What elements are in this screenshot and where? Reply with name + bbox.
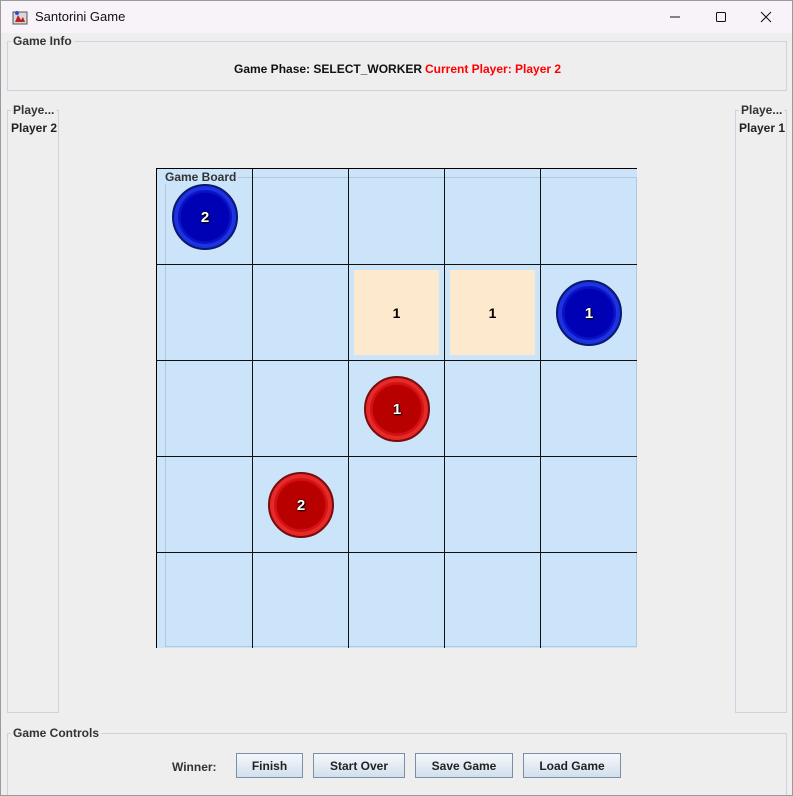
board-cell-r1-c1[interactable] xyxy=(253,265,348,360)
main-window: Santorini Game Game Info Game Phase: SEL… xyxy=(0,0,793,796)
blue-worker-token[interactable]: 1 xyxy=(556,280,622,346)
game-info-title: Game Info xyxy=(11,34,74,48)
right-player-panel xyxy=(735,110,787,713)
board-cell-r4-c2[interactable] xyxy=(349,553,444,648)
close-button[interactable] xyxy=(743,1,789,33)
blue-worker-token[interactable]: 2 xyxy=(172,184,238,250)
game-phase-label: Game Phase: SELECT_WORKER xyxy=(234,62,423,76)
building-level[interactable]: 1 xyxy=(354,270,439,355)
current-player-label: Current Player: Player 2 xyxy=(425,62,562,76)
red-worker-token[interactable]: 2 xyxy=(268,472,334,538)
board-cell-r4-c4[interactable] xyxy=(541,553,636,648)
start-over-button[interactable]: Start Over xyxy=(313,753,405,778)
game-board: Game Board 112112 xyxy=(156,168,637,648)
board-cell-r4-c1[interactable] xyxy=(253,553,348,648)
grid-line-horizontal xyxy=(157,456,637,457)
winner-label: Winner: xyxy=(172,760,217,774)
board-cell-r3-c0[interactable] xyxy=(157,457,252,552)
maximize-button[interactable] xyxy=(698,1,744,33)
minimize-button[interactable] xyxy=(652,1,698,33)
board-cell-r3-c4[interactable] xyxy=(541,457,636,552)
santorini-app-icon xyxy=(12,9,28,25)
maximize-icon xyxy=(716,12,726,22)
grid-line-vertical xyxy=(444,169,445,648)
left-player-panel xyxy=(7,110,59,713)
board-cell-r2-c1[interactable] xyxy=(253,361,348,456)
board-cell-r4-c0[interactable] xyxy=(157,553,252,648)
close-icon xyxy=(760,11,772,23)
board-cell-r0-c2[interactable] xyxy=(349,169,444,264)
board-cell-r0-c4[interactable] xyxy=(541,169,636,264)
title-bar[interactable]: Santorini Game xyxy=(1,1,792,33)
game-controls-title: Game Controls xyxy=(11,726,102,740)
finish-button[interactable]: Finish xyxy=(236,753,303,778)
right-player-panel-title: Playe... xyxy=(739,103,785,117)
board-cell-r0-c3[interactable] xyxy=(445,169,540,264)
grid-line-horizontal xyxy=(157,264,637,265)
grid-line-vertical xyxy=(252,169,253,648)
save-game-button[interactable]: Save Game xyxy=(415,753,513,778)
board-cell-r2-c0[interactable] xyxy=(157,361,252,456)
minimize-icon xyxy=(670,16,680,18)
grid-line-vertical xyxy=(348,169,349,648)
board-cell-r2-c3[interactable] xyxy=(445,361,540,456)
grid-line-horizontal xyxy=(157,360,637,361)
board-cell-r2-c4[interactable] xyxy=(541,361,636,456)
load-game-button[interactable]: Load Game xyxy=(523,753,621,778)
board-cell-r0-c1[interactable] xyxy=(253,169,348,264)
left-player-panel-title: Playe... xyxy=(11,103,57,117)
right-player-name: Player 1 xyxy=(739,121,786,135)
board-cell-r3-c3[interactable] xyxy=(445,457,540,552)
board-cell-r4-c3[interactable] xyxy=(445,553,540,648)
board-cell-r3-c2[interactable] xyxy=(349,457,444,552)
left-player-name: Player 2 xyxy=(11,121,58,135)
building-level[interactable]: 1 xyxy=(450,270,535,355)
board-cell-r1-c0[interactable] xyxy=(157,265,252,360)
window-title: Santorini Game xyxy=(35,9,126,24)
grid-line-horizontal xyxy=(157,552,637,553)
content-pane: Game Info Game Phase: SELECT_WORKER Curr… xyxy=(1,33,792,795)
grid-line-vertical xyxy=(540,169,541,648)
red-worker-token[interactable]: 1 xyxy=(364,376,430,442)
